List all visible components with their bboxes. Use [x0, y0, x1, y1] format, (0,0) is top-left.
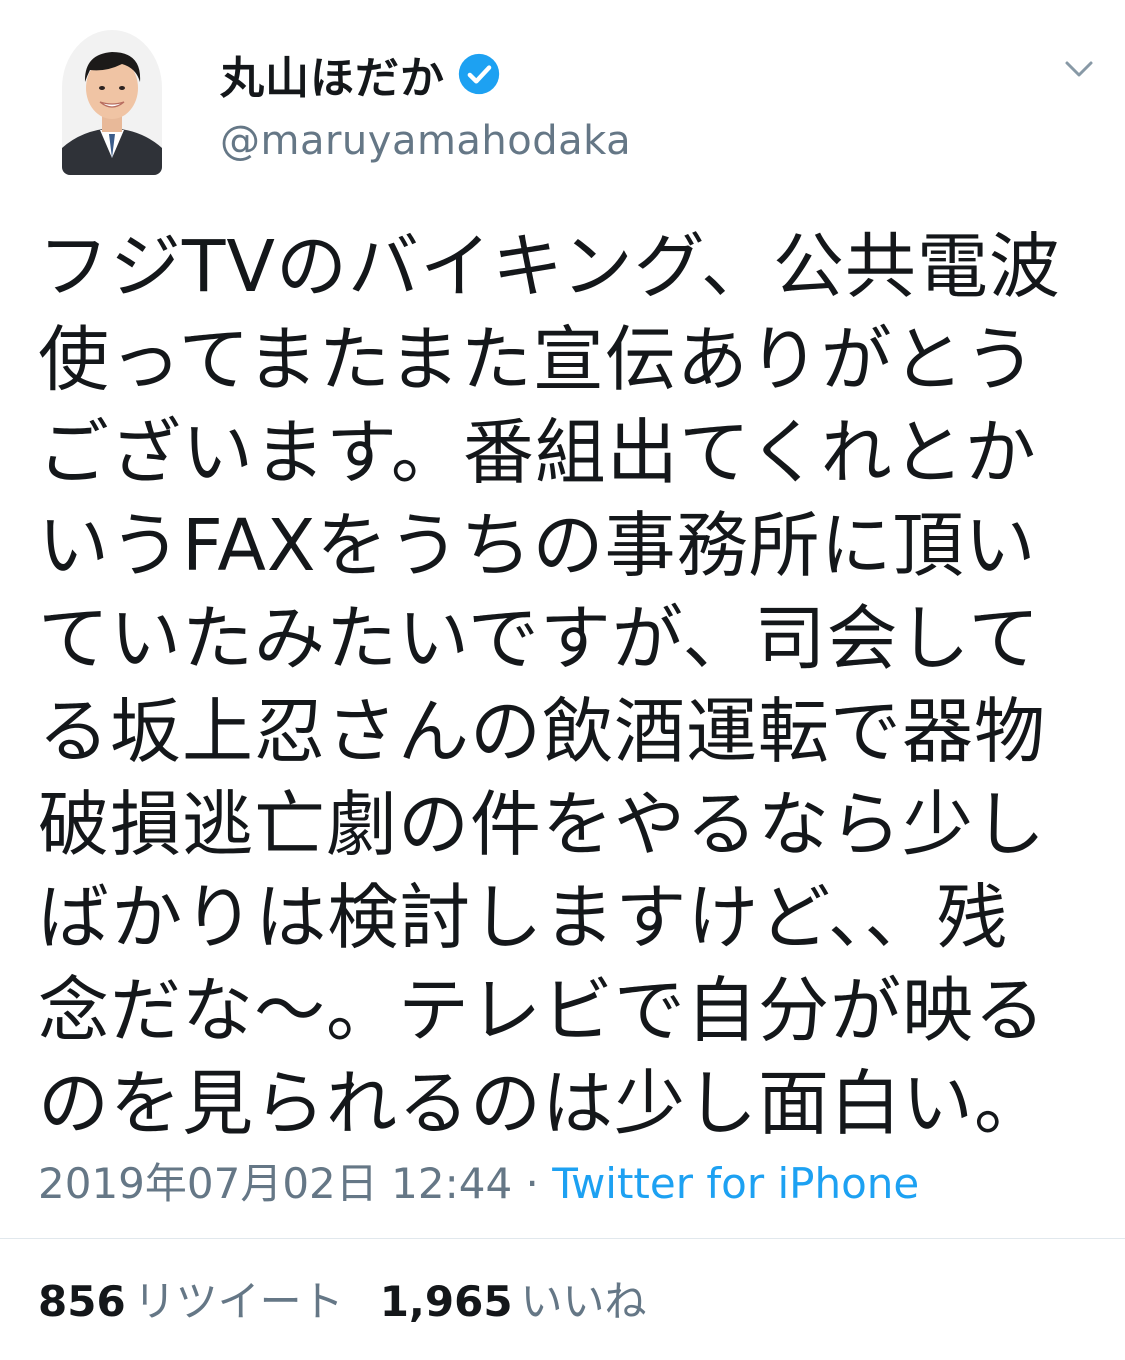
retweets-label: リツイート — [133, 1277, 344, 1326]
tweet-text: フジTVのバイキング、公共電波 使ってまたまた宣伝ありがとう ございます。番組出… — [38, 220, 1098, 1150]
tweet-text-line: フジTVのバイキング、公共電波 — [38, 225, 1061, 308]
likes-count: 1,965 — [379, 1277, 513, 1326]
tweet-text-line: ていたみたいですが、司会して — [38, 597, 1041, 680]
tweet-text-line: いうFAXをうちの事務所に頂い — [38, 504, 1037, 587]
tweet-text-line: ございます。番組出てくれとか — [38, 411, 1037, 494]
avatar[interactable] — [62, 30, 162, 175]
timestamp[interactable]: 2019年07月02日 12:44 — [38, 1159, 512, 1208]
tweet-text-line: 破損逃亡劇の件をやるなら少し — [38, 783, 1047, 866]
tweet-card: 丸山ほだか @maruyamahodaka フジTVのバイキング、公共電波 使っ… — [0, 0, 1125, 1360]
divider — [0, 1238, 1125, 1239]
likes-label: いいね — [520, 1277, 647, 1326]
likes-stat[interactable]: 1,965 いいね — [380, 1268, 647, 1329]
chevron-down-icon[interactable] — [1062, 56, 1096, 82]
tweet-meta: 2019年07月02日 12:44 · Twitter for iPhone — [38, 1150, 919, 1211]
tweet-stats: 856 リツイート 1,965 いいね — [38, 1268, 647, 1329]
tweet-text-line: ばかりは検討しますけど、、残 — [38, 876, 1009, 959]
user-handle[interactable]: @maruyamahodaka — [220, 118, 631, 164]
retweets-count: 856 — [38, 1277, 126, 1326]
tweet-text-line: る坂上忍さんの飲酒運転で器物 — [38, 690, 1047, 773]
meta-separator: · — [512, 1159, 553, 1208]
tweet-text-line: 使ってまたまた宣伝ありがとう — [38, 318, 1037, 401]
source-link[interactable]: Twitter for iPhone — [552, 1159, 919, 1208]
display-name[interactable]: 丸山ほだか — [220, 42, 445, 106]
user-name-row: 丸山ほだか — [220, 42, 501, 106]
tweet-text-line: のを見られるのは少し面白い。 — [38, 1062, 1047, 1145]
tweet-text-line: 念だな〜。テレビで自分が映る — [38, 969, 1047, 1052]
retweets-stat[interactable]: 856 リツイート — [38, 1268, 344, 1329]
verified-badge-icon — [457, 52, 501, 96]
